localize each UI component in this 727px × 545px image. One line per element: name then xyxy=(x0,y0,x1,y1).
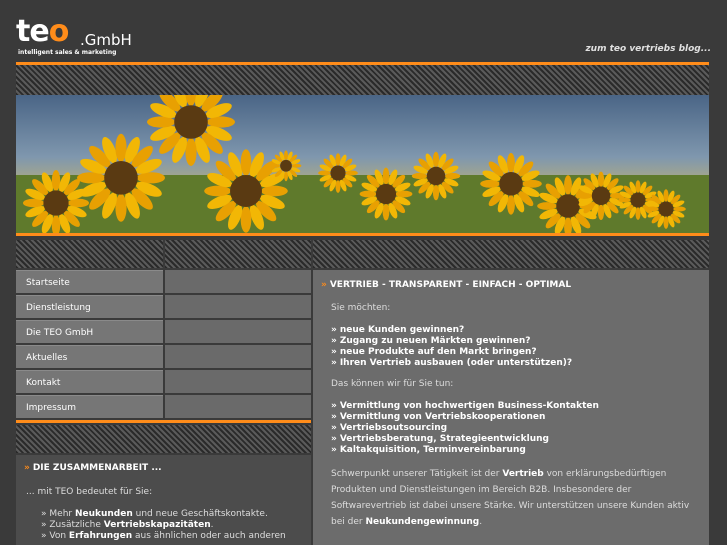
sunflower xyxy=(646,189,686,229)
logo-tagline: intelligent sales & marketing xyxy=(18,49,117,56)
about-intro: ... mit TEO bedeutet für Sie: xyxy=(26,487,153,497)
nav-item-teo-gmbh[interactable]: Die TEO GmbH xyxy=(16,320,163,343)
sunflower xyxy=(359,167,413,221)
main-navigation: Startseite Dienstleistung Die TEO GmbH A… xyxy=(16,270,163,420)
logo-gmbh: .GmbH xyxy=(80,31,132,49)
nav-item-kontakt[interactable]: Kontakt xyxy=(16,370,163,393)
list-item: » Mehr Neukunden und neue Geschäftskonta… xyxy=(41,509,268,519)
subnav-blank xyxy=(165,270,311,293)
about-panel: » DIE ZUSAMMENARBEIT ... ... mit TEO bede… xyxy=(16,455,311,545)
orange-divider-left xyxy=(16,420,311,423)
list-item: » Ihren Vertrieb ausbauen (oder unterstüt… xyxy=(331,358,573,368)
teo-logo[interactable]: teo .GmbH intelligent sales & marketing xyxy=(16,14,132,60)
striped-band-about xyxy=(16,425,311,453)
striped-band-nav2 xyxy=(165,240,311,268)
sunflower xyxy=(411,151,461,201)
about-list: » Mehr Neukunden und neue Geschäftskonta… xyxy=(41,509,311,542)
list-item: » neue Kunden gewinnen? xyxy=(331,325,465,335)
subnav-blank xyxy=(165,345,311,368)
hero-sunflower-image xyxy=(16,95,709,233)
striped-band-nav xyxy=(16,240,163,268)
subnav-blank xyxy=(165,395,311,418)
list-item: » Vertriebsoutsourcing xyxy=(331,423,448,433)
wants-list: » neue Kunden gewinnen? » Zugang zu neuen … xyxy=(331,325,709,369)
sunflower-illustration xyxy=(16,95,709,233)
arrow-icon: » xyxy=(24,463,30,473)
list-item: » Vermittlung von Vertriebskooperationen xyxy=(331,412,546,422)
sunflower xyxy=(147,95,235,166)
list-item: » Kaltakquisition, Terminvereinbarung xyxy=(331,445,526,455)
list-item: » Vermittlung von hochwertigen Business-K… xyxy=(331,401,599,411)
about-heading: » DIE ZUSAMMENARBEIT ... xyxy=(24,463,162,473)
list-item: » Zugang zu neuen Märkten gewinnen? xyxy=(331,336,531,346)
header: teo .GmbH intelligent sales & marketing … xyxy=(0,0,727,62)
striped-band-content xyxy=(313,240,709,268)
subnav-blank xyxy=(165,320,311,343)
nav-item-impressum[interactable]: Impressum xyxy=(16,395,163,418)
subnav-blank xyxy=(165,295,311,318)
focus-paragraph: Schwerpunkt unserer Tätigkeit ist der Ve… xyxy=(331,469,690,527)
nav-item-aktuelles[interactable]: Aktuelles xyxy=(16,345,163,368)
nav-item-startseite[interactable]: Startseite xyxy=(16,270,163,293)
offer-intro: Das können wir für Sie tun: xyxy=(331,379,454,389)
blog-link[interactable]: zum teo vertriebs blog... xyxy=(585,44,711,54)
wants-intro: Sie möchten: xyxy=(331,303,391,313)
offers-list: » Vermittlung von hochwertigen Business-K… xyxy=(331,401,709,456)
arrow-icon: » xyxy=(321,280,327,290)
list-item: » Zusätzliche Vertriebskapazitäten. xyxy=(41,520,214,530)
striped-band-top xyxy=(16,65,709,95)
orange-divider-mid xyxy=(16,233,709,236)
list-item: » Von Erfahrungen aus ähnlichen oder auc… xyxy=(41,531,286,541)
list-item: » Vertriebsberatung, Strategieentwicklung xyxy=(331,434,549,444)
subnav-blank xyxy=(165,370,311,393)
logo-wordmark: teo xyxy=(16,14,69,49)
main-content: » VERTRIEB - TRANSPARENT - EINFACH - OPTI… xyxy=(313,270,709,545)
sunflower xyxy=(270,150,302,182)
sunflower xyxy=(480,152,542,215)
sunflower xyxy=(576,171,626,220)
main-heading: » VERTRIEB - TRANSPARENT - EINFACH - OPTI… xyxy=(321,280,572,290)
subnav-column xyxy=(165,270,311,420)
nav-item-dienstleistung[interactable]: Dienstleistung xyxy=(16,295,163,318)
sunflower xyxy=(77,133,165,222)
list-item: » neue Produkte auf den Markt bringen? xyxy=(331,347,537,357)
sunflower xyxy=(318,153,358,193)
